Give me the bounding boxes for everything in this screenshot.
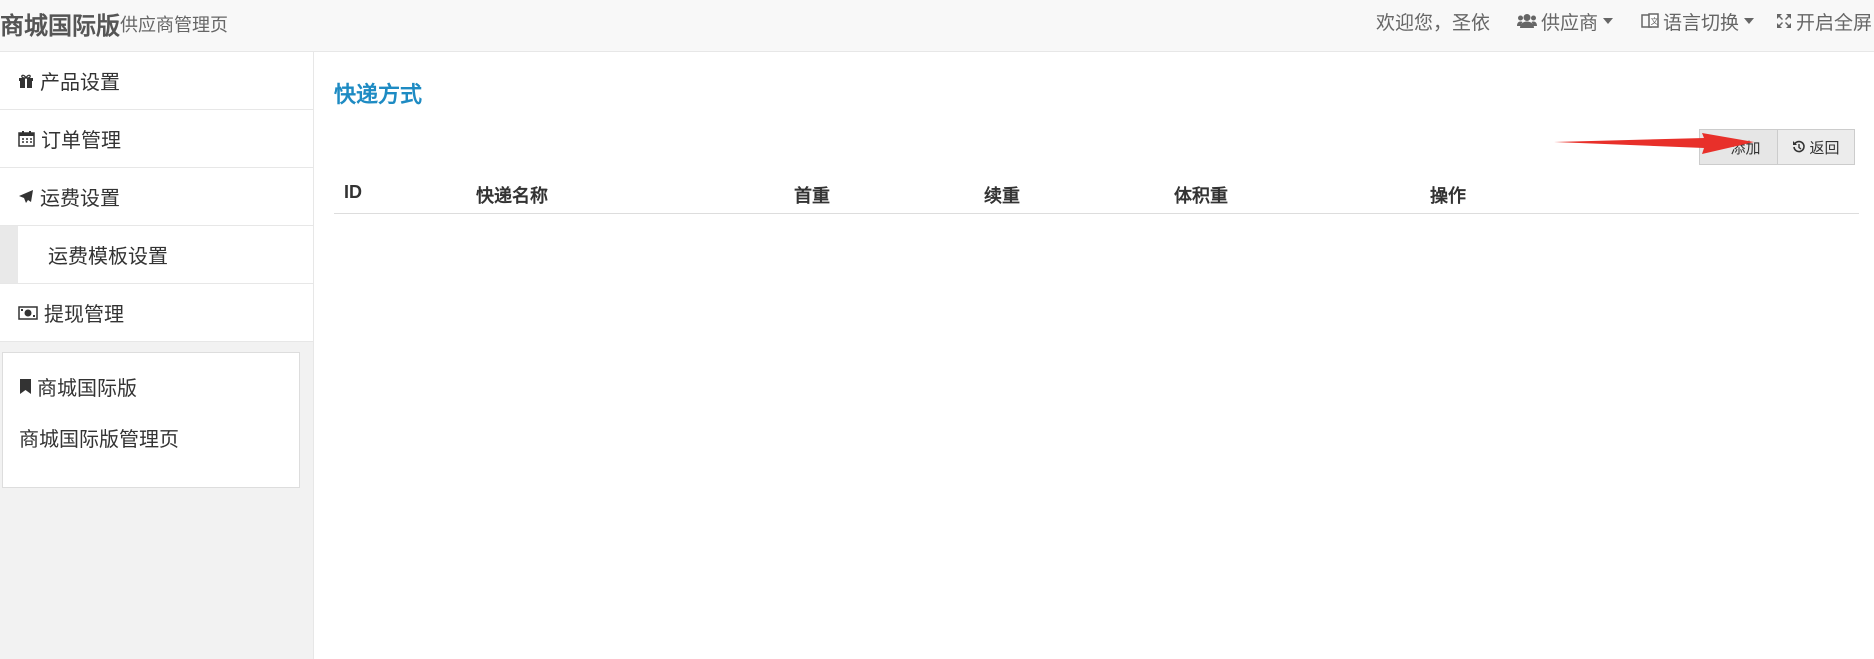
brand-title[interactable]: 商城国际版 <box>0 6 120 41</box>
info-panel-description: 商城国际版管理页 <box>19 429 179 451</box>
info-panel: 商城国际版 商城国际版管理页 <box>2 352 300 488</box>
sidebar-item-withdrawal-management[interactable]: 提现管理 <box>0 284 313 342</box>
top-navbar: 商城国际版 供应商管理页 欢迎您，圣依 供应商 文 语言切换 开启全屏 <box>0 0 1874 52</box>
sidebar-subitem-shipping-template[interactable]: 运费模板设置 <box>0 226 313 284</box>
column-header-first-weight: 首重 <box>794 186 830 206</box>
language-menu-label: 语言切换 <box>1663 12 1740 34</box>
svg-text:文: 文 <box>1651 16 1659 26</box>
sidebar: 产品设置 订单管理 运费设置 运费模板设置 提现管理 商城国际版 商城国际版管理… <box>0 52 314 659</box>
brand-subtitle: 供应商管理页 <box>120 15 228 35</box>
column-header-volumetric-weight: 体积重 <box>1174 186 1228 206</box>
info-panel-title-text: 商城国际版 <box>37 378 137 400</box>
fullscreen-label: 开启全屏 <box>1796 12 1873 34</box>
users-icon <box>1517 13 1537 29</box>
expand-icon <box>1776 13 1792 29</box>
main-content: 快递方式 添加 返回 ID 快递名称 首重 续重 体积重 操作 <box>314 52 1874 659</box>
table-header-row: ID 快递名称 首重 续重 体积重 操作 <box>334 174 1859 214</box>
user-menu[interactable]: 供应商 <box>1517 0 1614 42</box>
column-header-courier-name: 快递名称 <box>476 186 548 206</box>
welcome-text: 欢迎您，圣依 <box>1376 0 1490 42</box>
welcome-label: 欢迎您，圣依 <box>1376 12 1491 34</box>
back-button[interactable]: 返回 <box>1777 129 1855 165</box>
fullscreen-button[interactable]: 开启全屏 <box>1776 0 1872 42</box>
sidebar-menu: 产品设置 订单管理 运费设置 运费模板设置 提现管理 <box>0 52 313 342</box>
calendar-icon <box>18 130 35 147</box>
sidebar-item-label: 订单管理 <box>41 130 121 152</box>
sidebar-item-shipping-settings[interactable]: 运费设置 <box>0 168 313 226</box>
sidebar-item-order-management[interactable]: 订单管理 <box>0 110 313 168</box>
page-title: 快递方式 <box>334 82 423 107</box>
money-icon <box>18 305 38 320</box>
bookmark-icon <box>19 378 32 395</box>
sidebar-item-label: 提现管理 <box>44 304 124 326</box>
red-arrow-annotation <box>1554 133 1754 154</box>
column-header-additional-weight: 续重 <box>984 186 1020 206</box>
column-header-actions: 操作 <box>1430 186 1466 206</box>
language-icon: 文 <box>1641 13 1659 29</box>
sidebar-item-label: 运费模板设置 <box>48 246 168 268</box>
user-menu-label: 供应商 <box>1541 12 1599 34</box>
column-header-id: ID <box>344 182 362 202</box>
gift-icon <box>18 73 34 89</box>
chevron-down-icon <box>1744 18 1755 24</box>
language-menu[interactable]: 文 语言切换 <box>1641 0 1755 42</box>
chevron-down-icon <box>1603 18 1614 24</box>
sidebar-item-label: 运费设置 <box>40 188 120 210</box>
sidebar-item-product-settings[interactable]: 产品设置 <box>0 52 313 110</box>
back-button-label: 返回 <box>1809 139 1840 157</box>
sidebar-item-label: 产品设置 <box>40 72 120 94</box>
history-icon <box>1792 140 1806 154</box>
plane-icon <box>18 189 34 205</box>
submenu-indent <box>0 226 18 283</box>
info-panel-title: 商城国际版 <box>19 372 137 401</box>
